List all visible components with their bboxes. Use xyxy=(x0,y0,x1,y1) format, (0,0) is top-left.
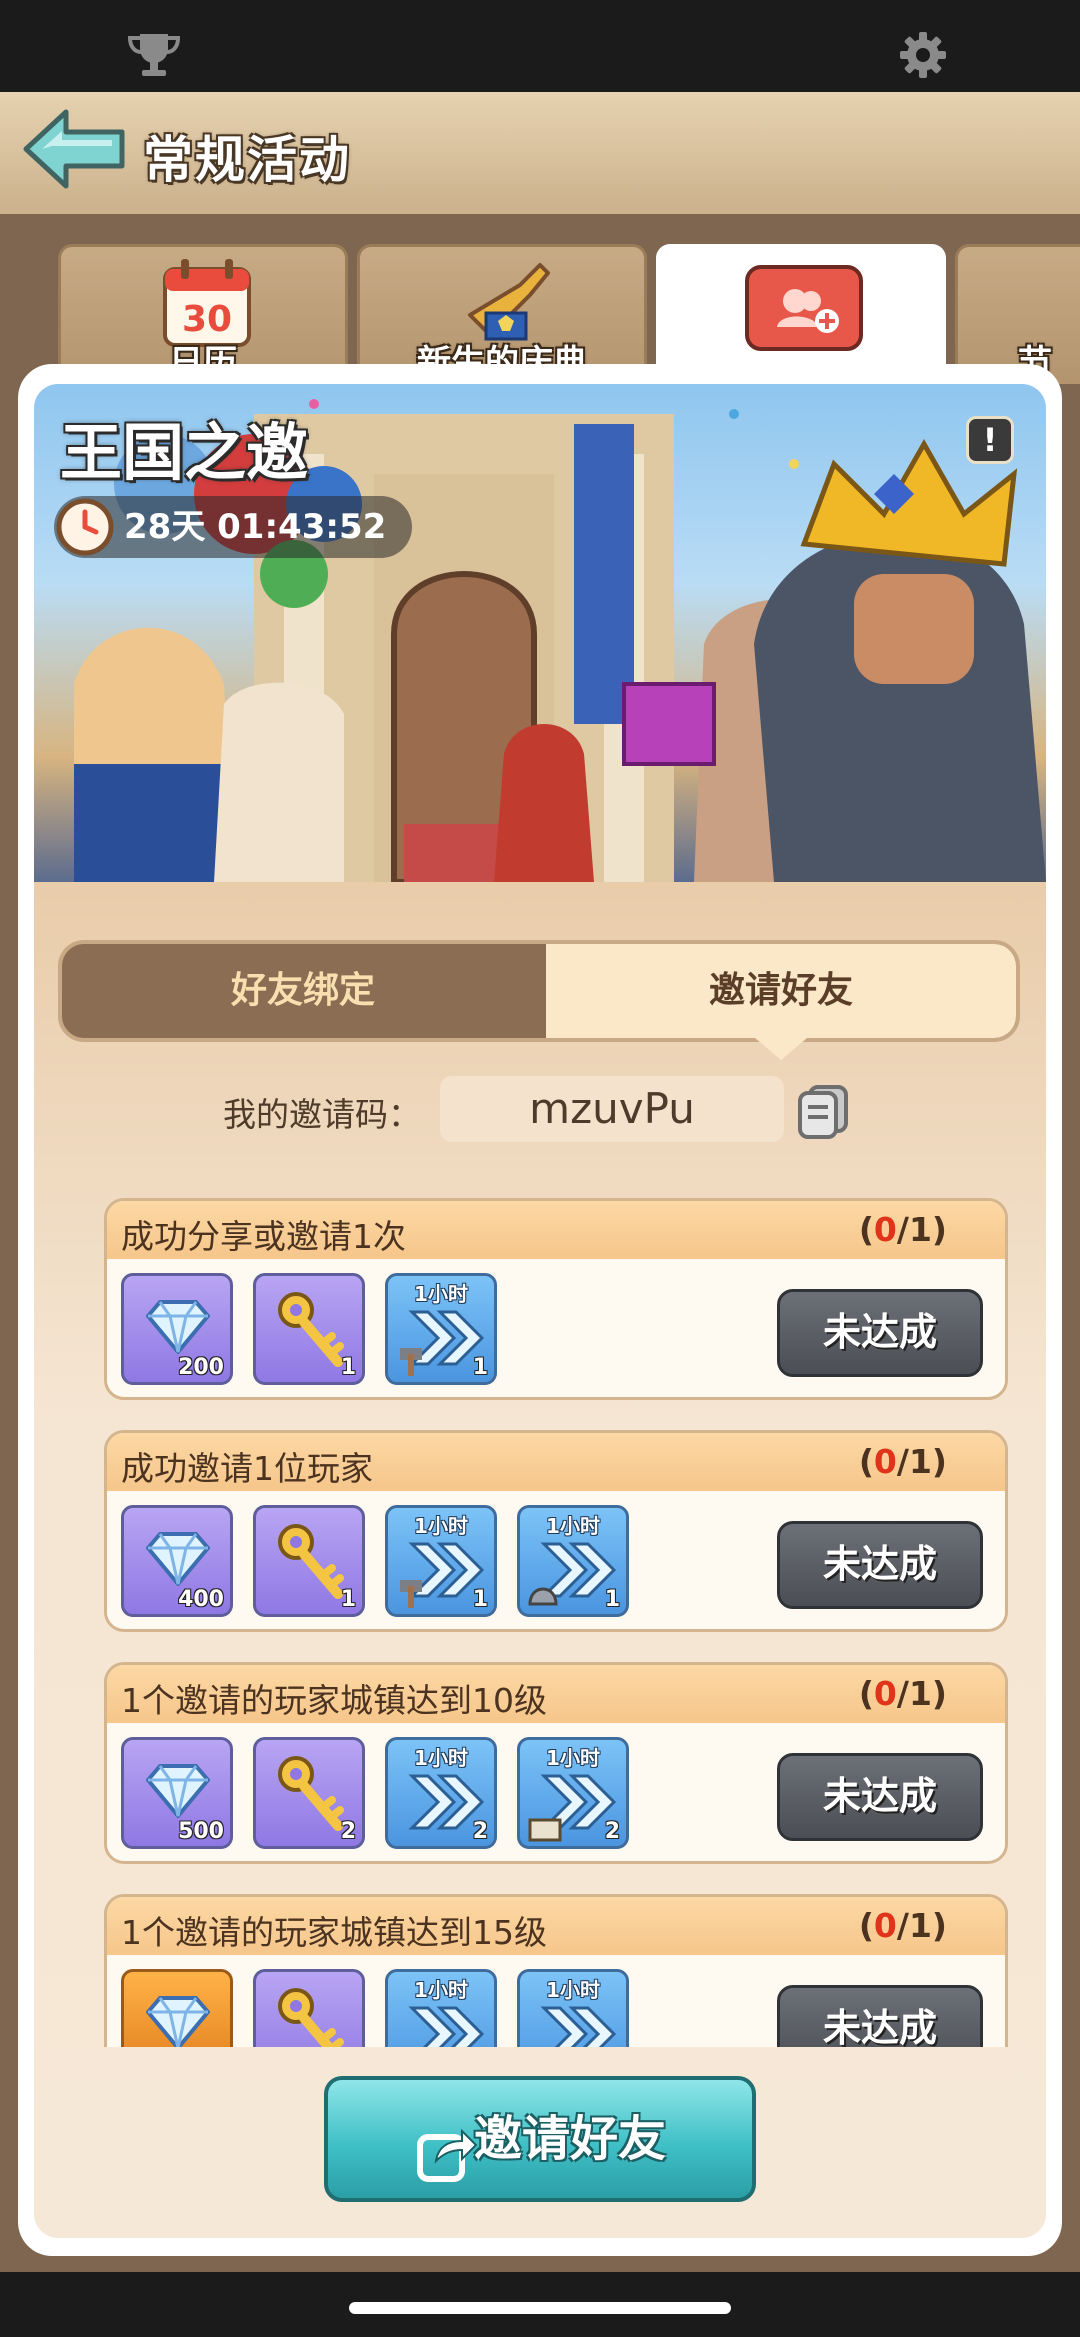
task-status-button[interactable]: 未达成 xyxy=(777,1289,983,1377)
task-title: 1个邀请的玩家城镇达到10级 xyxy=(121,1681,547,1720)
progress-total: 1 xyxy=(908,1210,932,1249)
reward-duration-tag: 1小时 xyxy=(414,1514,468,1538)
tab-friend-binding[interactable]: 好友绑定 xyxy=(62,944,544,1038)
reward-gem[interactable]: 500 xyxy=(121,1737,233,1849)
task-progress: (0/1) xyxy=(858,1442,947,1481)
trophy-icon[interactable] xyxy=(126,30,182,82)
tab-invite-friend[interactable] xyxy=(656,244,946,384)
copy-icon[interactable] xyxy=(796,1083,850,1143)
reward-count: 2 xyxy=(340,1819,356,1844)
reward-helmet-speedup[interactable]: 1小时 1 xyxy=(517,1505,629,1617)
progress-total: 1 xyxy=(908,1674,932,1713)
event-title: 王国之邀 xyxy=(60,416,309,489)
progress-current: 0 xyxy=(873,1906,897,1945)
reward-gem[interactable]: 400 xyxy=(121,1505,233,1617)
back-arrow-icon[interactable] xyxy=(22,106,126,196)
task-status-button[interactable]: 未达成 xyxy=(777,1521,983,1609)
reward-count: 2 xyxy=(472,1819,488,1844)
reward-count: 400 xyxy=(178,1587,224,1612)
task-card: 成功分享或邀请1次 (0/1) 200 1 1小时 1 未达成 xyxy=(104,1198,1008,1400)
task-card: 1个邀请的玩家城镇达到10级 (0/1) 500 2 1小时 2 1小时 2 未达成 xyxy=(104,1662,1008,1864)
invite-button-label: 邀请好友 xyxy=(473,2111,666,2167)
reward-key[interactable]: 1 xyxy=(253,1505,365,1617)
task-progress: (0/1) xyxy=(858,1210,947,1249)
tab-calendar[interactable]: 30 日历 xyxy=(58,244,348,384)
reward-gem[interactable]: 200 xyxy=(121,1273,233,1385)
event-banner: 王国之邀 28天 01:43:52 ! xyxy=(34,384,1046,882)
reward-speedup[interactable]: 1小时 xyxy=(385,1969,497,2047)
reward-key[interactable]: 2 xyxy=(253,1737,365,1849)
reward-book-speedup[interactable]: 1小时 2 xyxy=(517,1737,629,1849)
header: 常规活动 xyxy=(0,92,1080,220)
reward-key[interactable] xyxy=(253,1969,365,2047)
reward-count: 1 xyxy=(472,1587,488,1612)
progress-total: 1 xyxy=(908,1906,932,1945)
task-header: 1个邀请的玩家城镇达到10级 (0/1) xyxy=(107,1665,1005,1723)
invite-friend-icon xyxy=(743,263,865,357)
timer-text: 28天 01:43:52 xyxy=(124,507,387,547)
home-indicator[interactable] xyxy=(349,2302,731,2314)
calendar-day: 30 xyxy=(182,299,232,340)
reward-count: 500 xyxy=(178,1819,224,1844)
reward-duration-tag: 1小时 xyxy=(414,1978,468,2002)
task-status-button[interactable]: 未达成 xyxy=(777,1753,983,1841)
task-title: 成功邀请1位玩家 xyxy=(121,1449,373,1488)
invite-code-value[interactable]: mzuvPu xyxy=(440,1076,784,1142)
gear-icon[interactable] xyxy=(898,30,948,84)
info-button[interactable]: ! xyxy=(966,416,1014,464)
progress-current: 0 xyxy=(873,1674,897,1713)
reward-count: 1 xyxy=(604,1587,620,1612)
reward-hammer-speedup[interactable]: 1小时 1 xyxy=(385,1505,497,1617)
reward-count: 1 xyxy=(340,1355,356,1380)
invite-code-label: 我的邀请码： xyxy=(223,1095,421,1134)
task-card: 成功邀请1位玩家 (0/1) 400 1 1小时 1 1小时 1 未达成 xyxy=(104,1430,1008,1632)
reward-count: 200 xyxy=(178,1355,224,1380)
reward-duration-tag: 1小时 xyxy=(414,1746,468,1770)
reward-speedup[interactable]: 1小时 2 xyxy=(385,1737,497,1849)
progress-current: 0 xyxy=(873,1210,897,1249)
event-timer: 28天 01:43:52 xyxy=(54,496,413,558)
page-title: 常规活动 xyxy=(143,131,351,189)
task-header: 1个邀请的玩家城镇达到15级 (0/1) xyxy=(107,1897,1005,1955)
segment-pointer xyxy=(755,1038,807,1060)
tab-invite-friends[interactable]: 邀请好友 xyxy=(546,944,1016,1038)
reward-count: 2 xyxy=(604,1819,620,1844)
task-status-button[interactable]: 未达成 xyxy=(777,1985,983,2047)
task-title: 1个邀请的玩家城镇达到15级 xyxy=(121,1913,547,1952)
invite-friends-button[interactable]: 邀请好友 xyxy=(324,2076,756,2202)
segment-control: 好友绑定 邀请好友 xyxy=(58,940,1020,1042)
top-bar xyxy=(0,0,1080,92)
task-header: 成功邀请1位玩家 (0/1) xyxy=(107,1433,1005,1491)
reward-gem[interactable] xyxy=(121,1969,233,2047)
reward-book-speedup[interactable]: 1小时 xyxy=(517,1969,629,2047)
reward-key[interactable]: 1 xyxy=(253,1273,365,1385)
share-icon xyxy=(416,2110,478,2228)
tab-partial[interactable]: 节 xyxy=(955,244,1080,384)
task-card: 1个邀请的玩家城镇达到15级 (0/1) 1小时 1小时 未达成 xyxy=(104,1894,1008,2047)
tab-celebration[interactable]: 新生的庆典 xyxy=(357,244,647,384)
reward-duration-tag: 1小时 xyxy=(546,1514,600,1538)
progress-total: 1 xyxy=(908,1442,932,1481)
task-progress: (0/1) xyxy=(858,1906,947,1945)
task-progress: (0/1) xyxy=(858,1674,947,1713)
reward-duration-tag: 1小时 xyxy=(546,1746,600,1770)
reward-duration-tag: 1小时 xyxy=(414,1282,468,1306)
reward-count: 1 xyxy=(472,1355,488,1380)
clock-icon xyxy=(52,494,118,580)
progress-current: 0 xyxy=(873,1442,897,1481)
reward-duration-tag: 1小时 xyxy=(546,1978,600,2002)
reward-hammer-speedup[interactable]: 1小时 1 xyxy=(385,1273,497,1385)
task-header: 成功分享或邀请1次 (0/1) xyxy=(107,1201,1005,1259)
task-title: 成功分享或邀请1次 xyxy=(121,1217,406,1256)
task-list[interactable]: 成功分享或邀请1次 (0/1) 200 1 1小时 1 未达成 成功邀请1位玩家 (0/1) 40… xyxy=(34,1190,1046,2047)
reward-count: 1 xyxy=(340,1587,356,1612)
